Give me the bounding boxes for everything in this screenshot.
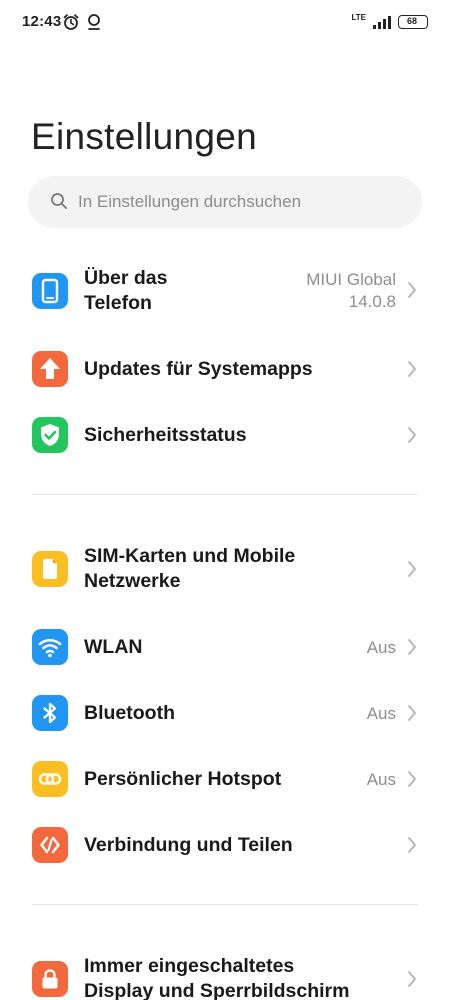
settings-item-label: Persönlicher Hotspot	[84, 768, 282, 790]
settings-item-label: Verbindung und Teilen	[84, 834, 293, 856]
settings-item-updates[interactable]: Updates für Systemapps	[0, 336, 450, 402]
settings-item-label: Sicherheitsstatus	[84, 424, 247, 446]
settings-item-wlan[interactable]: WLAN Aus	[0, 614, 450, 680]
chevron-right-icon	[407, 360, 417, 383]
settings-item-label: Updates für Systemapps	[84, 358, 313, 380]
settings-item-value: Aus	[366, 704, 396, 723]
settings-item-label: Display und Sperrbildschirm	[84, 980, 350, 1000]
chevron-right-icon	[407, 704, 417, 727]
network-type-label: LTE	[351, 13, 366, 22]
settings-item-label: WLAN	[84, 636, 143, 658]
settings-item-value: Aus	[366, 770, 396, 789]
share-icon	[32, 827, 68, 863]
settings-item-value: MIUI Global	[306, 270, 396, 289]
hotspot-icon	[32, 761, 68, 797]
settings-item-label: Über das	[84, 267, 168, 289]
chevron-right-icon	[407, 970, 417, 993]
alarm-icon	[62, 13, 80, 36]
page-title: Einstellungen	[31, 116, 258, 157]
settings-item-label: Telefon	[84, 292, 152, 314]
sim-card-icon	[32, 551, 68, 587]
settings-item-hotspot[interactable]: Persönlicher Hotspot Aus	[0, 746, 450, 812]
section-divider	[32, 494, 418, 495]
search-icon	[50, 192, 68, 215]
battery-icon: 68	[398, 15, 428, 29]
status-time: 12:43	[22, 13, 62, 30]
chevron-right-icon	[407, 281, 417, 304]
settings-item-always-on-display[interactable]: Immer eingeschaltetes Display und Sperrb…	[0, 946, 450, 1000]
settings-item-connection-sharing[interactable]: Verbindung und Teilen	[0, 812, 450, 878]
chevron-right-icon	[407, 560, 417, 583]
settings-item-sim[interactable]: SIM-Karten und Mobile Netzwerke	[0, 536, 450, 602]
status-bar: 12:43 LTE 68	[0, 0, 450, 44]
lock-icon	[32, 961, 68, 997]
chevron-right-icon	[407, 836, 417, 859]
phone-icon	[32, 273, 68, 309]
bluetooth-icon	[32, 695, 68, 731]
battery-level: 68	[406, 16, 417, 26]
settings-item-label: Bluetooth	[84, 702, 175, 724]
settings-item-value: 14.0.8	[348, 292, 396, 311]
settings-item-label: Immer eingeschaltetes	[84, 955, 295, 977]
section-divider	[32, 904, 418, 905]
chevron-right-icon	[407, 426, 417, 449]
wifi-icon	[32, 629, 68, 665]
chevron-right-icon	[407, 638, 417, 661]
shield-check-icon	[32, 417, 68, 453]
face-icon	[86, 13, 102, 36]
settings-item-value: Aus	[366, 638, 396, 657]
arrow-up-icon	[32, 351, 68, 387]
search-input[interactable]	[78, 176, 408, 228]
settings-item-label: Netzwerke	[84, 570, 181, 592]
search-bar[interactable]	[28, 176, 422, 228]
settings-item-bluetooth[interactable]: Bluetooth Aus	[0, 680, 450, 746]
signal-icon	[372, 15, 394, 34]
settings-item-about-phone[interactable]: Über das Telefon MIUI Global 14.0.8	[0, 258, 450, 324]
chevron-right-icon	[407, 770, 417, 793]
settings-item-security[interactable]: Sicherheitsstatus	[0, 402, 450, 468]
settings-item-label: SIM-Karten und Mobile	[84, 545, 296, 567]
